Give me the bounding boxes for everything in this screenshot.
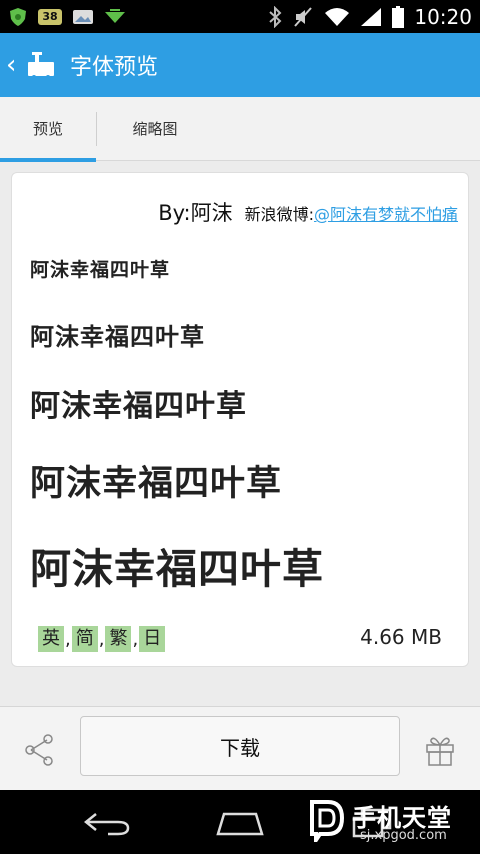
font-sample-xlarge: 阿沫幸福四叶草 [30, 464, 283, 504]
language-tag-traditional: 繁 [105, 626, 132, 652]
weibo-label: 新浪微博: [244, 205, 314, 224]
page-title: 字体预览 [70, 55, 159, 80]
language-tag-english: 英 [38, 626, 64, 652]
chevron-left-icon[interactable]: ‹ [6, 52, 20, 78]
clock: 10:20 [414, 4, 472, 29]
download-button[interactable]: 下载 [80, 716, 400, 776]
language-tags: 英 , 简 , 繁 , 日 [38, 626, 166, 652]
font-sample-xxlarge: 阿沫幸福四叶草 [30, 545, 324, 593]
app-header: ‹ 字体预览 [0, 33, 480, 97]
download-icon [104, 8, 126, 26]
language-tag-simplified: 简 [71, 626, 98, 652]
font-sample-medium: 阿沫幸福四叶草 [30, 323, 205, 351]
tab-thumbnail[interactable]: 缩略图 [97, 97, 213, 161]
tab-preview[interactable]: 预览 [0, 97, 96, 162]
watermark-url: sj.xpgod.com [360, 828, 447, 843]
language-tag-japanese: 日 [139, 626, 166, 652]
language-separator: , [132, 628, 139, 650]
app-font-icon[interactable] [26, 50, 56, 80]
home-icon[interactable] [214, 808, 266, 838]
language-separator: , [65, 628, 71, 650]
watermark-logo-icon [306, 798, 346, 847]
watermark: 手机天堂 sj.xpgod.com [306, 798, 474, 848]
battery-icon [392, 5, 405, 28]
wifi-icon [324, 7, 350, 27]
font-preview-card: By:阿沫 新浪微博:@阿沫有梦就不怕痛 阿沫幸福四叶草 阿沫幸福四叶草 阿沫幸… [11, 172, 469, 667]
back-icon[interactable] [82, 808, 132, 838]
weibo-link[interactable]: @阿沫有梦就不怕痛 [314, 205, 458, 224]
tab-preview-label: 预览 [32, 120, 63, 138]
screen: 38 10:20 ‹ 字体预览 预览 缩略图 By:阿沫 新浪微博:@阿沫有梦就… [0, 0, 480, 854]
shield-icon [8, 7, 28, 27]
signal-icon [360, 7, 382, 27]
gift-icon[interactable] [424, 733, 456, 767]
author-row: By:阿沫 新浪微博:@阿沫有梦就不怕痛 [158, 197, 458, 227]
share-icon[interactable] [22, 733, 56, 767]
system-nav-bar: 手机天堂 sj.xpgod.com [0, 790, 480, 854]
action-bar: 下载 [0, 706, 480, 790]
gallery-icon [72, 8, 94, 26]
author-name: By:阿沫 [158, 201, 233, 225]
bluetooth-icon [268, 5, 282, 28]
tab-bar: 预览 缩略图 [0, 97, 480, 162]
notification-badge: 38 [38, 8, 62, 25]
tab-thumbnail-label: 缩略图 [132, 120, 178, 138]
active-tab-indicator [0, 157, 96, 162]
status-bar: 38 10:20 [0, 0, 480, 33]
font-sample-small: 阿沫幸福四叶草 [30, 259, 171, 281]
font-sample-large: 阿沫幸福四叶草 [30, 389, 247, 424]
mute-icon [292, 6, 314, 28]
language-separator: , [98, 628, 105, 650]
weibo-info: 新浪微博:@阿沫有梦就不怕痛 [245, 201, 458, 225]
file-size: 4.66 MB [360, 625, 442, 649]
